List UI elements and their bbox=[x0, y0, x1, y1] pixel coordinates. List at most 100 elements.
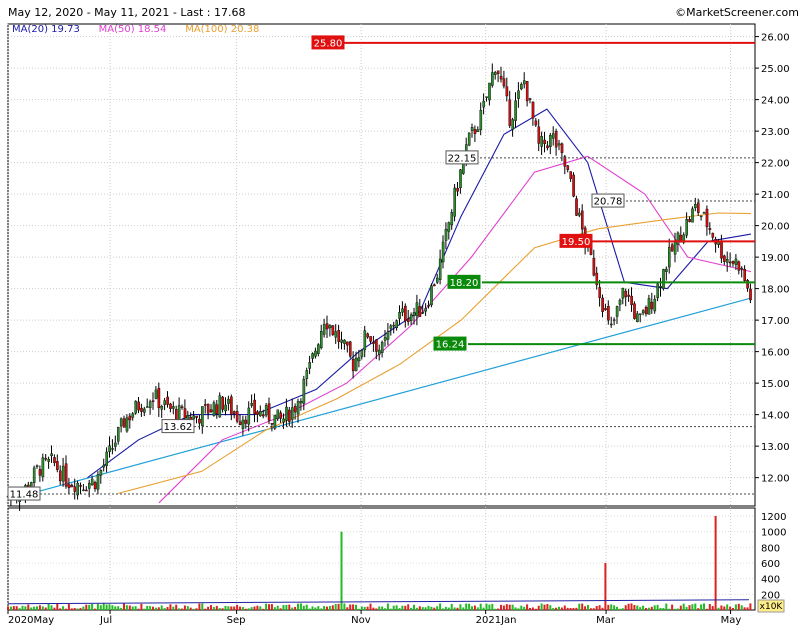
candle-body bbox=[325, 323, 329, 330]
volume-bar bbox=[128, 605, 131, 610]
candle-body bbox=[137, 401, 140, 411]
candle bbox=[502, 70, 506, 89]
volume-bar bbox=[613, 605, 616, 610]
candle bbox=[314, 347, 317, 359]
candle-body bbox=[180, 406, 184, 408]
volume-bar bbox=[500, 604, 502, 610]
volume-bar bbox=[291, 607, 294, 610]
candle-body bbox=[499, 75, 503, 80]
candle bbox=[169, 402, 172, 413]
candle bbox=[505, 77, 509, 102]
volume-bar bbox=[514, 607, 517, 610]
volume-bar bbox=[488, 604, 491, 610]
level-11.48: 11.48 bbox=[7, 486, 755, 501]
candle bbox=[128, 413, 132, 429]
volume-bar bbox=[30, 607, 33, 610]
candle bbox=[206, 403, 210, 420]
candle-body bbox=[375, 339, 378, 352]
candle bbox=[44, 453, 48, 462]
volume-bar bbox=[323, 606, 326, 610]
volume-bar bbox=[120, 607, 123, 610]
volume-bar bbox=[352, 604, 355, 610]
candle bbox=[247, 401, 251, 432]
volume-bar bbox=[111, 605, 114, 610]
candle-body bbox=[624, 290, 628, 298]
volume-bar bbox=[152, 606, 154, 610]
candle bbox=[436, 273, 439, 284]
candle-body bbox=[502, 78, 506, 87]
date-range-text: May 12, 2020 - May 11, 2021 - Last : 17.… bbox=[8, 6, 245, 19]
candle-body bbox=[726, 259, 729, 263]
trendline bbox=[7, 297, 752, 501]
candle bbox=[670, 242, 674, 252]
candle bbox=[227, 395, 230, 411]
candle bbox=[688, 216, 691, 223]
candle bbox=[105, 447, 108, 473]
candle bbox=[552, 126, 555, 146]
candle-body bbox=[116, 427, 120, 442]
volume-bar bbox=[653, 605, 656, 610]
candle bbox=[346, 341, 349, 353]
candle-body bbox=[528, 98, 532, 100]
candle-body bbox=[148, 401, 152, 408]
volume-bar bbox=[224, 605, 227, 610]
price-tick-label: 20.00 bbox=[761, 222, 790, 233]
volume-bar bbox=[166, 606, 169, 610]
volume-bar bbox=[685, 606, 688, 610]
candle-body bbox=[540, 136, 543, 147]
volume-bar bbox=[233, 606, 236, 610]
candle bbox=[79, 482, 82, 494]
volume-bar bbox=[363, 606, 366, 610]
legend-label: MA(100) 20.38 bbox=[185, 24, 259, 35]
candle-body bbox=[560, 143, 564, 153]
candle bbox=[430, 283, 433, 308]
candle-body bbox=[212, 402, 216, 416]
candle bbox=[276, 409, 280, 422]
volume-tick-label: 1000 bbox=[761, 528, 786, 539]
candle-body bbox=[685, 219, 688, 236]
candle bbox=[363, 325, 367, 358]
volume-bar bbox=[592, 608, 595, 610]
volume-bar bbox=[143, 608, 146, 610]
candle-body bbox=[601, 297, 604, 312]
candle-body bbox=[82, 489, 85, 492]
candle bbox=[726, 251, 729, 272]
candle-body bbox=[430, 285, 433, 306]
level-22.15: 22.15 bbox=[445, 150, 755, 165]
volume-bar bbox=[268, 604, 270, 610]
level-label: 13.62 bbox=[164, 422, 193, 433]
candle bbox=[154, 386, 158, 400]
candle-body bbox=[262, 414, 265, 417]
price-tick-label: 25.00 bbox=[761, 64, 790, 75]
candle-body bbox=[424, 308, 428, 312]
volume-bar bbox=[601, 607, 604, 610]
volume-bar bbox=[366, 606, 369, 610]
volume-bar bbox=[598, 605, 601, 610]
volume-bar bbox=[746, 607, 749, 610]
legend-item-2: MA(50) 18.54 bbox=[99, 24, 167, 35]
legend-item-3: MA(100) 20.38 bbox=[185, 24, 259, 35]
candle-body bbox=[166, 396, 169, 405]
volume-bar bbox=[700, 604, 703, 610]
candle-body bbox=[328, 325, 332, 329]
candle-body bbox=[311, 353, 314, 359]
candle-body bbox=[59, 470, 62, 482]
candle bbox=[496, 70, 500, 83]
volume-bar bbox=[726, 604, 729, 610]
volume-bar bbox=[392, 605, 395, 610]
volume-bar bbox=[517, 608, 520, 610]
candle-body bbox=[639, 313, 642, 315]
volume-bar bbox=[627, 603, 630, 610]
candle-body bbox=[444, 228, 448, 241]
candle-body bbox=[235, 411, 239, 422]
candle bbox=[714, 236, 717, 253]
volume-bar bbox=[616, 606, 618, 610]
candle bbox=[656, 282, 659, 302]
volume-bar bbox=[357, 608, 360, 610]
candle bbox=[108, 436, 111, 458]
volume-bar bbox=[82, 606, 85, 610]
candle-body bbox=[433, 284, 436, 287]
volume-bar bbox=[456, 607, 459, 610]
candle-body bbox=[85, 489, 88, 492]
candle bbox=[569, 171, 572, 182]
